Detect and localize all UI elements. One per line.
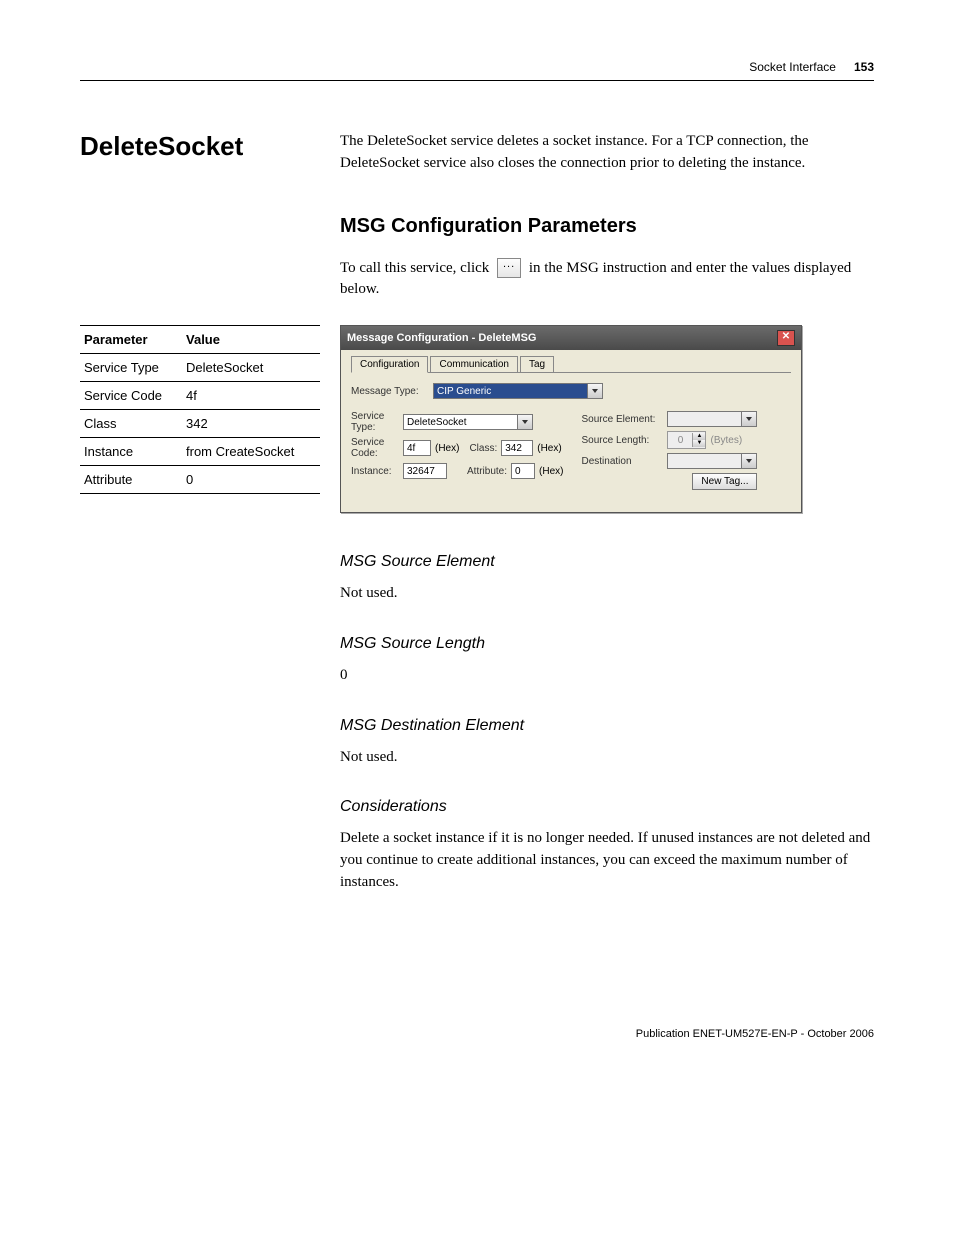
source-element-label: Source Element: bbox=[581, 414, 663, 425]
tab-tag[interactable]: Tag bbox=[520, 356, 554, 372]
hex-label: (Hex) bbox=[537, 443, 561, 454]
table-row: Attribute0 bbox=[80, 466, 320, 494]
destination-label: Destination bbox=[581, 456, 663, 467]
table-row: Service Code4f bbox=[80, 382, 320, 410]
source-length-value: 0 bbox=[668, 435, 692, 446]
section-intro: The DeleteSocket service deletes a socke… bbox=[340, 131, 874, 175]
service-code-label: Service Code: bbox=[351, 437, 399, 459]
page-header: Socket Interface 153 bbox=[80, 60, 874, 81]
hex-label: (Hex) bbox=[539, 466, 563, 477]
chapter-name: Socket Interface bbox=[749, 60, 836, 74]
dialog-tabs: Configuration Communication Tag bbox=[351, 356, 791, 373]
close-icon[interactable]: ✕ bbox=[777, 330, 795, 346]
section-title: DeleteSocket bbox=[80, 131, 320, 162]
table-header-parameter: Parameter bbox=[80, 326, 182, 354]
attribute-label: Attribute: bbox=[467, 466, 507, 477]
source-element-select bbox=[667, 411, 757, 427]
msg-source-element-heading: MSG Source Element bbox=[340, 553, 874, 571]
considerations-text: Delete a socket instance if it is no lon… bbox=[340, 828, 874, 893]
destination-select bbox=[667, 453, 757, 469]
dialog-title-text: Message Configuration - DeleteMSG bbox=[347, 332, 536, 344]
considerations-heading: Considerations bbox=[340, 798, 874, 816]
chevron-down-icon bbox=[741, 412, 756, 426]
bytes-label: (Bytes) bbox=[710, 435, 742, 446]
msg-source-length-value: 0 bbox=[340, 665, 874, 687]
tab-communication[interactable]: Communication bbox=[430, 356, 517, 372]
attribute-input[interactable]: 0 bbox=[511, 463, 535, 479]
table-row: Service TypeDeleteSocket bbox=[80, 354, 320, 382]
service-type-label: Service Type: bbox=[351, 411, 399, 433]
msg-destination-element-heading: MSG Destination Element bbox=[340, 717, 874, 735]
msg-source-element-value: Not used. bbox=[340, 583, 874, 605]
instance-input[interactable]: 32647 bbox=[403, 463, 447, 479]
source-length-label: Source Length: bbox=[581, 435, 663, 446]
table-row: Instancefrom CreateSocket bbox=[80, 438, 320, 466]
message-config-dialog: Message Configuration - DeleteMSG ✕ Conf… bbox=[340, 325, 802, 513]
call-text-pre: To call this service, click bbox=[340, 260, 493, 276]
message-type-label: Message Type: bbox=[351, 386, 429, 397]
instance-label: Instance: bbox=[351, 466, 399, 477]
class-label: Class: bbox=[469, 443, 497, 454]
msg-source-length-heading: MSG Source Length bbox=[340, 635, 874, 653]
publication-footer: Publication ENET-UM527E-EN-P - October 2… bbox=[80, 1028, 874, 1040]
service-type-value: DeleteSocket bbox=[407, 417, 466, 428]
page-number: 153 bbox=[854, 60, 874, 74]
message-type-select[interactable]: CIP Generic bbox=[433, 383, 603, 399]
new-tag-button[interactable]: New Tag... bbox=[692, 473, 757, 490]
chevron-down-icon bbox=[517, 415, 532, 429]
msg-destination-element-value: Not used. bbox=[340, 747, 874, 769]
class-input[interactable]: 342 bbox=[501, 440, 533, 456]
call-instruction: To call this service, click in the MSG i… bbox=[340, 258, 874, 302]
message-type-value: CIP Generic bbox=[437, 386, 491, 397]
table-header-value: Value bbox=[182, 326, 320, 354]
tab-configuration[interactable]: Configuration bbox=[351, 356, 428, 373]
ellipsis-button-icon bbox=[497, 258, 521, 278]
dialog-titlebar: Message Configuration - DeleteMSG ✕ bbox=[341, 326, 801, 350]
hex-label: (Hex) bbox=[435, 443, 459, 454]
chevron-down-icon bbox=[741, 454, 756, 468]
msg-config-heading: MSG Configuration Parameters bbox=[340, 215, 874, 238]
table-row: Class342 bbox=[80, 410, 320, 438]
chevron-down-icon bbox=[587, 384, 602, 398]
parameter-table: Parameter Value Service TypeDeleteSocket… bbox=[80, 325, 320, 494]
service-type-select[interactable]: DeleteSocket bbox=[403, 414, 533, 430]
source-length-spinner: 0 ▲▼ bbox=[667, 431, 706, 449]
service-code-input[interactable]: 4f bbox=[403, 440, 431, 456]
